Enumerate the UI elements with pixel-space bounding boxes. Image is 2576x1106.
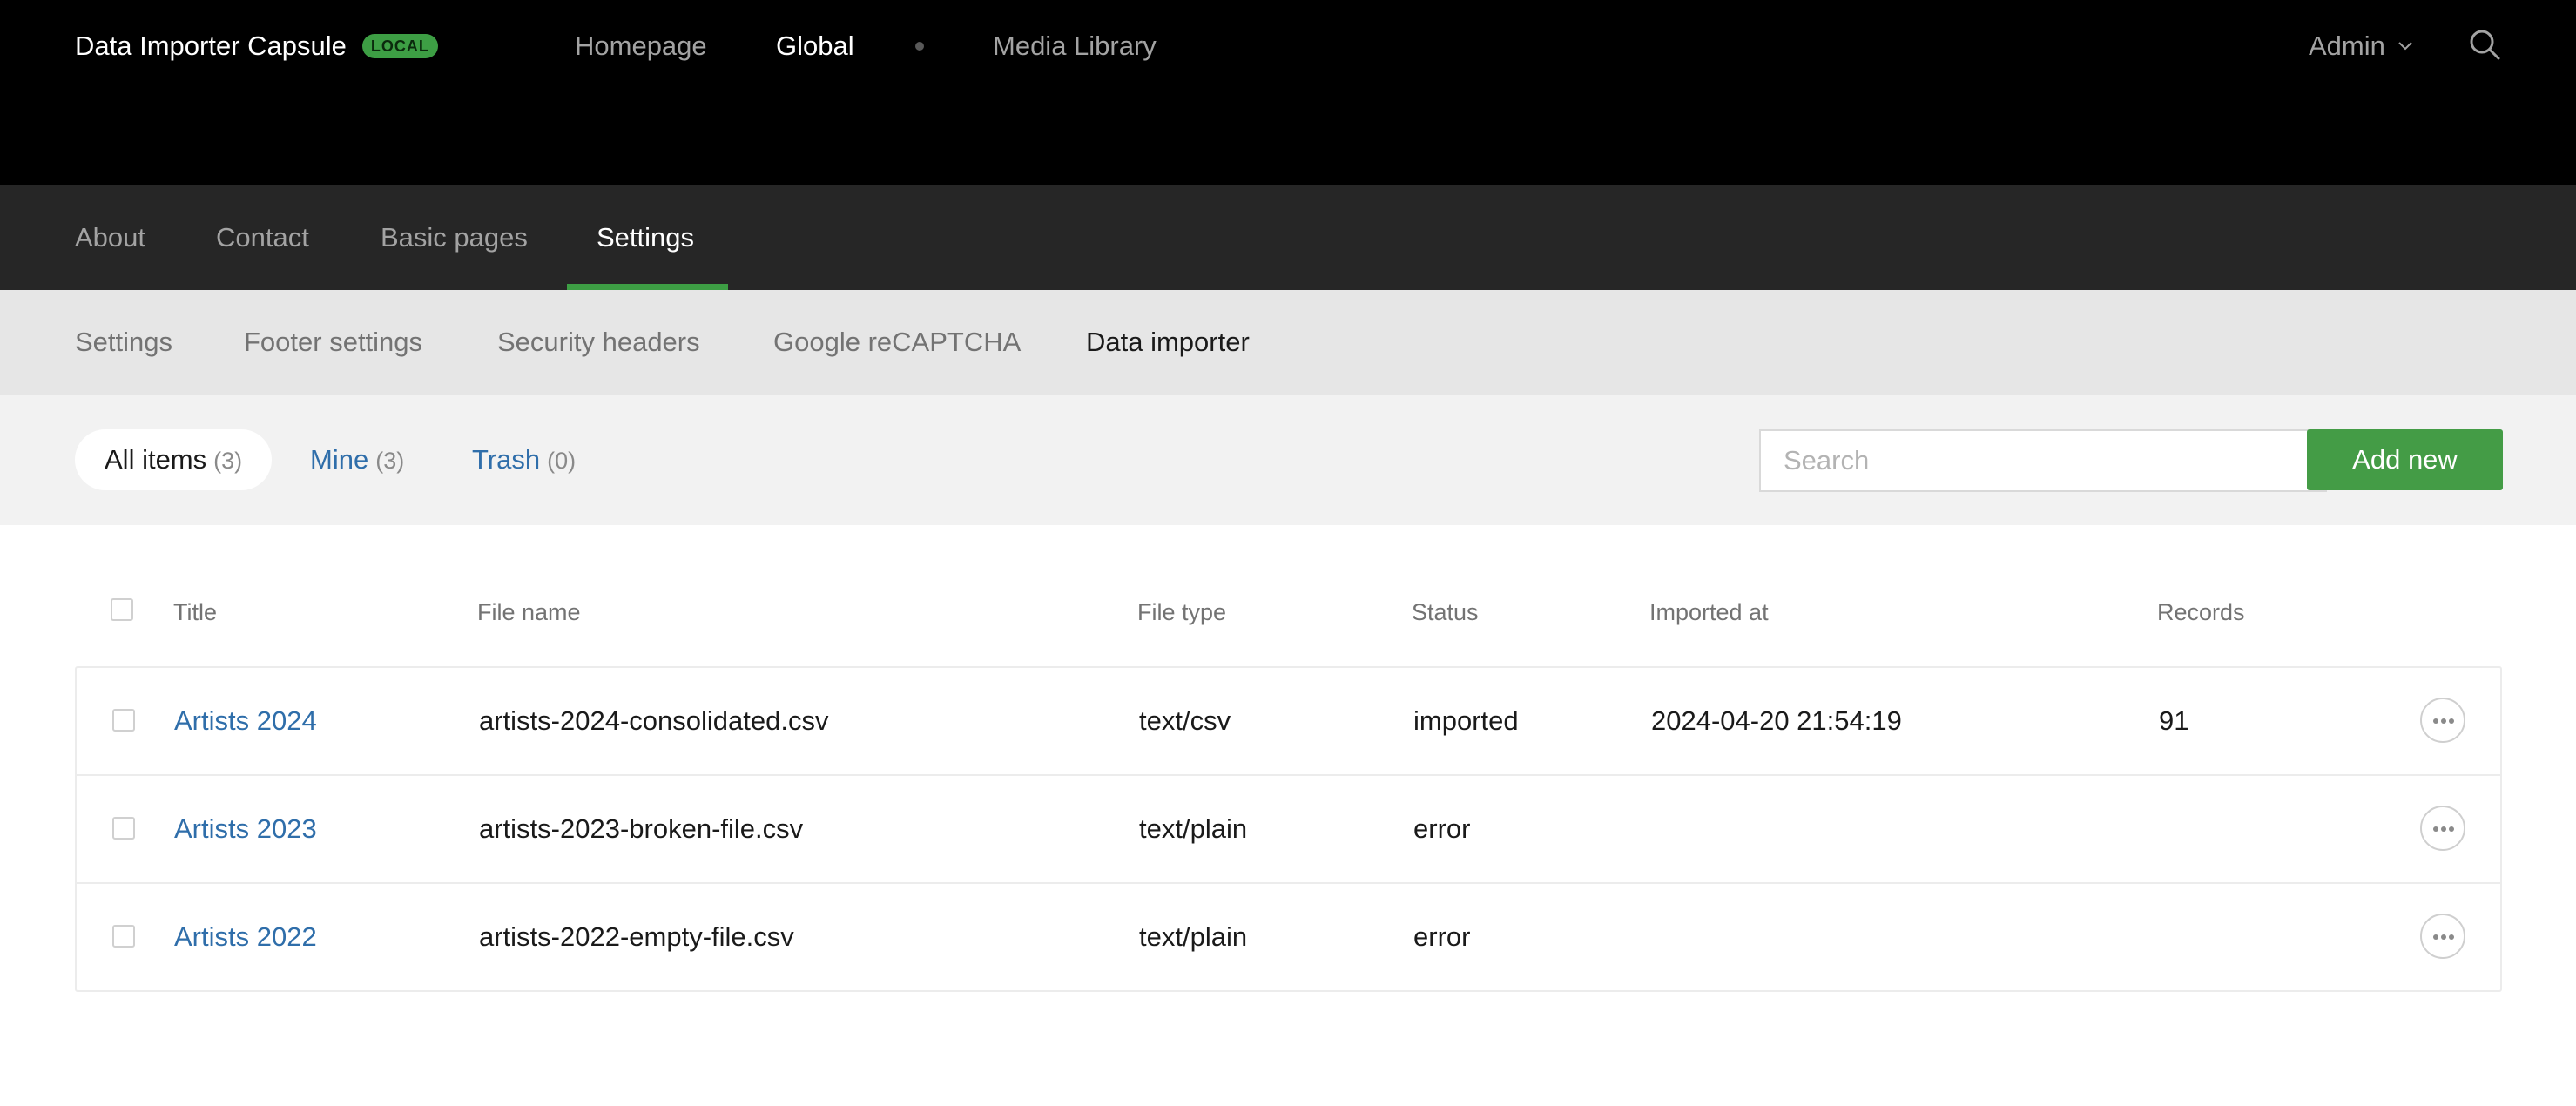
row-title-link[interactable]: Artists 2023	[174, 776, 317, 882]
nav-separator-dot	[915, 42, 924, 51]
more-options-icon	[2433, 718, 2454, 724]
row-checkbox[interactable]	[112, 925, 135, 948]
row-file-name: artists-2022-empty-file.csv	[479, 921, 794, 952]
env-badge: LOCAL	[361, 34, 438, 58]
user-menu[interactable]: Admin	[2309, 28, 2413, 64]
column-header-title[interactable]: Title	[173, 599, 217, 626]
filter-mine[interactable]: Mine (3)	[310, 429, 404, 490]
row-checkbox[interactable]	[112, 709, 135, 732]
row-status: error	[1413, 921, 1471, 952]
table-row: Artists 2024 artists-2024-consolidated.c…	[77, 668, 2500, 774]
filter-all-items[interactable]: All items (3)	[75, 429, 273, 490]
add-new-button[interactable]: Add new	[2307, 429, 2503, 490]
active-tab-indicator	[567, 284, 728, 290]
user-menu-label[interactable]: Admin	[2309, 30, 2385, 62]
row-file-name: artists-2024-consolidated.csv	[479, 705, 829, 736]
table-row: Artists 2022 artists-2022-empty-file.csv…	[77, 882, 2500, 990]
table-header: Title File name File type Status Importe…	[75, 560, 2502, 666]
column-header-file-type[interactable]: File type	[1137, 599, 1226, 626]
row-status: imported	[1413, 705, 1519, 736]
top-nav-item-global[interactable]: Global	[776, 28, 854, 64]
row-imported-at: 2024-04-20 21:54:19	[1651, 705, 1902, 736]
filter-label: All items	[105, 444, 207, 475]
top-nav-item-homepage[interactable]: Homepage	[575, 28, 707, 64]
chevron-down-icon	[2398, 42, 2412, 51]
select-all-checkbox[interactable]	[111, 598, 133, 621]
row-title-link[interactable]: Artists 2022	[174, 884, 317, 990]
imports-table: Title File name File type Status Importe…	[75, 560, 2502, 992]
search-icon[interactable]	[2468, 28, 2501, 61]
column-header-imported-at[interactable]: Imported at	[1649, 599, 1769, 626]
row-actions-button[interactable]	[2420, 806, 2465, 851]
filter-bar: All items(3) Mine(3) Trash(0) Add new	[0, 395, 2576, 525]
column-header-file-name[interactable]: File name	[477, 599, 581, 626]
search-input[interactable]	[1759, 429, 2327, 492]
tab-contact[interactable]: Contact	[216, 185, 309, 290]
subtab-google-recaptcha[interactable]: Google reCAPTCHA	[773, 290, 1021, 395]
section-tabs: About Contact Basic pages Settings	[0, 185, 2576, 290]
more-options-icon	[2433, 826, 2454, 832]
row-file-name: artists-2023-broken-file.csv	[479, 813, 804, 844]
filter-count: (0)	[547, 448, 577, 474]
brand[interactable]: Data Importer Capsule LOCAL	[75, 30, 438, 63]
more-options-icon	[2433, 934, 2454, 940]
filter-label: Trash	[472, 444, 541, 475]
row-status: error	[1413, 813, 1471, 844]
subtab-settings[interactable]: Settings	[75, 290, 172, 395]
filter-label: Mine	[310, 444, 369, 475]
column-header-records[interactable]: Records	[2157, 599, 2245, 626]
subtab-data-importer[interactable]: Data importer	[1086, 290, 1250, 395]
tab-settings[interactable]: Settings	[597, 185, 694, 290]
row-checkbox[interactable]	[112, 817, 135, 840]
table-body: Artists 2024 artists-2024-consolidated.c…	[75, 666, 2502, 992]
filter-count: (3)	[213, 448, 243, 474]
filter-count: (3)	[375, 448, 405, 474]
app-name[interactable]: Data Importer Capsule	[75, 30, 347, 62]
row-actions-button[interactable]	[2420, 698, 2465, 743]
row-title-link[interactable]: Artists 2024	[174, 668, 317, 774]
column-header-status[interactable]: Status	[1412, 599, 1479, 626]
sub-tabs: Settings Footer settings Security header…	[0, 290, 2576, 395]
subtab-footer-settings[interactable]: Footer settings	[244, 290, 422, 395]
subtab-security-headers[interactable]: Security headers	[497, 290, 700, 395]
row-file-type: text/plain	[1139, 813, 1248, 844]
tab-about[interactable]: About	[75, 185, 145, 290]
table-row: Artists 2023 artists-2023-broken-file.cs…	[77, 774, 2500, 882]
row-actions-button[interactable]	[2420, 914, 2465, 959]
row-file-type: text/plain	[1139, 921, 1248, 952]
tab-basic-pages[interactable]: Basic pages	[381, 185, 528, 290]
row-records: 91	[2159, 705, 2189, 736]
filter-trash[interactable]: Trash (0)	[472, 429, 576, 490]
top-bar: Data Importer Capsule LOCAL Homepage Glo…	[0, 0, 2576, 185]
top-nav-item-media-library[interactable]: Media Library	[993, 28, 1157, 64]
row-file-type: text/csv	[1139, 705, 1231, 736]
